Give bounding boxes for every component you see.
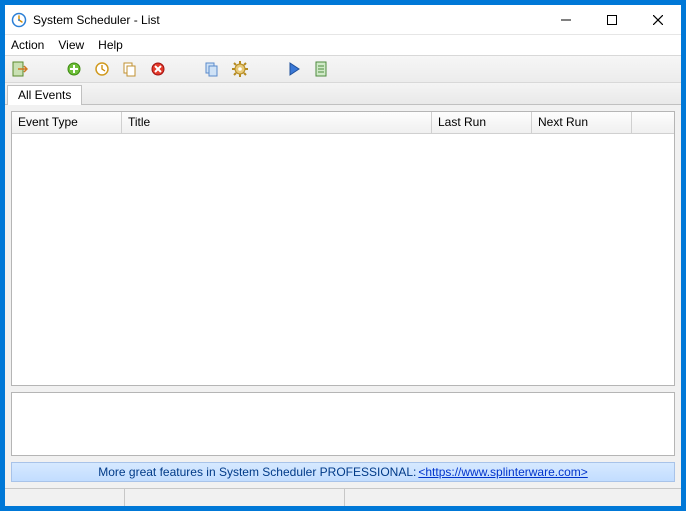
tab-all-events[interactable]: All Events bbox=[7, 85, 82, 105]
column-next-run[interactable]: Next Run bbox=[532, 112, 632, 133]
detail-pane bbox=[11, 392, 675, 456]
copy-icon bbox=[122, 61, 138, 77]
content-area: Event Type Title Last Run Next Run More … bbox=[5, 105, 681, 488]
column-spacer bbox=[632, 112, 674, 133]
settings-button[interactable] bbox=[229, 58, 251, 80]
duplicate-icon bbox=[204, 61, 220, 77]
exit-button[interactable] bbox=[9, 58, 31, 80]
event-list[interactable]: Event Type Title Last Run Next Run bbox=[11, 111, 675, 386]
menu-bar: Action View Help bbox=[5, 35, 681, 55]
log-icon bbox=[314, 61, 330, 77]
window-controls bbox=[543, 5, 681, 34]
status-cell-2 bbox=[125, 489, 345, 506]
column-title[interactable]: Title bbox=[122, 112, 432, 133]
event-list-body bbox=[12, 134, 674, 385]
window-title: System Scheduler - List bbox=[33, 13, 543, 27]
column-header-row: Event Type Title Last Run Next Run bbox=[12, 112, 674, 134]
minimize-button[interactable] bbox=[543, 5, 589, 34]
edit-event-button[interactable] bbox=[91, 58, 113, 80]
column-last-run[interactable]: Last Run bbox=[432, 112, 532, 133]
promo-bar: More great features in System Scheduler … bbox=[11, 462, 675, 482]
add-icon bbox=[66, 61, 82, 77]
delete-event-button[interactable] bbox=[147, 58, 169, 80]
maximize-icon bbox=[607, 15, 617, 25]
play-icon bbox=[286, 61, 302, 77]
minimize-icon bbox=[561, 15, 571, 25]
status-cell-1 bbox=[5, 489, 125, 506]
status-bar bbox=[5, 488, 681, 506]
app-icon bbox=[11, 12, 27, 28]
delete-icon bbox=[150, 61, 166, 77]
new-event-button[interactable] bbox=[63, 58, 85, 80]
column-event-type[interactable]: Event Type bbox=[12, 112, 122, 133]
copy-event-button[interactable] bbox=[119, 58, 141, 80]
close-button[interactable] bbox=[635, 5, 681, 34]
menu-view[interactable]: View bbox=[58, 38, 84, 52]
status-cell-3 bbox=[345, 489, 681, 506]
menu-action[interactable]: Action bbox=[11, 38, 44, 52]
menu-help[interactable]: Help bbox=[98, 38, 123, 52]
title-bar: System Scheduler - List bbox=[5, 5, 681, 35]
run-button[interactable] bbox=[283, 58, 305, 80]
toolbar bbox=[5, 55, 681, 83]
promo-text: More great features in System Scheduler … bbox=[98, 465, 416, 479]
close-icon bbox=[653, 15, 663, 25]
promo-link[interactable]: <https://www.splinterware.com> bbox=[418, 465, 587, 479]
maximize-button[interactable] bbox=[589, 5, 635, 34]
exit-icon bbox=[12, 61, 28, 77]
gear-icon bbox=[232, 61, 248, 77]
tab-row: All Events bbox=[5, 83, 681, 105]
log-button[interactable] bbox=[311, 58, 333, 80]
duplicate-button[interactable] bbox=[201, 58, 223, 80]
main-window: System Scheduler - List Action View Help bbox=[4, 4, 682, 507]
clock-edit-icon bbox=[94, 61, 110, 77]
